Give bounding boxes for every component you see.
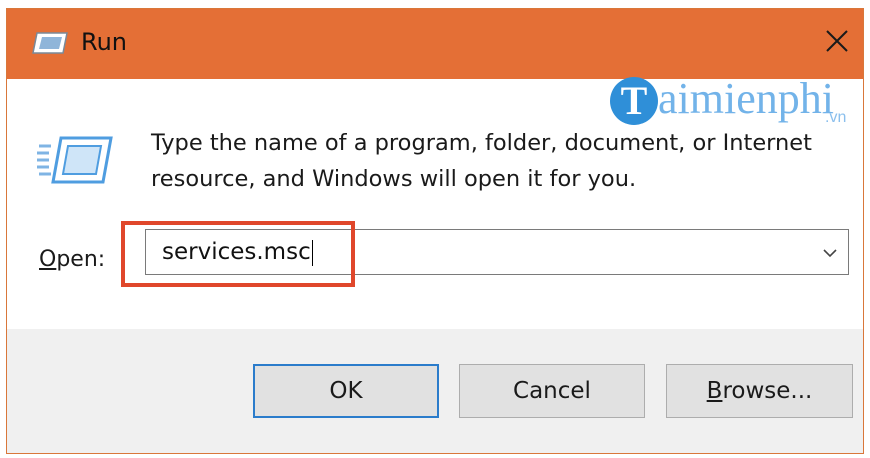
open-combobox[interactable]: services.msc xyxy=(145,229,849,275)
cancel-button[interactable]: Cancel xyxy=(459,364,645,418)
open-label-text: pen: xyxy=(56,247,106,272)
open-label-access-key: O xyxy=(39,247,57,272)
open-input-text: services.msc xyxy=(162,239,311,265)
watermark-initial: T xyxy=(610,77,658,125)
run-icon xyxy=(32,32,68,54)
browse-label: rowse... xyxy=(722,378,813,404)
description-line-2: resource, and Windows will open it for y… xyxy=(151,166,637,192)
window-title: Run xyxy=(81,28,128,56)
browse-button[interactable]: Browse... xyxy=(666,364,853,418)
watermark-text: aimienphi xyxy=(658,74,834,123)
text-caret xyxy=(311,239,313,266)
open-label: Open: xyxy=(39,247,105,272)
title-bar[interactable]: Run xyxy=(7,9,863,79)
close-icon xyxy=(826,30,848,52)
description-line-1: Type the name of a program, folder, docu… xyxy=(151,130,812,156)
dialog-description: Type the name of a program, folder, docu… xyxy=(151,125,851,197)
ok-button[interactable]: OK xyxy=(253,364,439,418)
run-dialog: Run T aimienphi .vn Type the name of a p… xyxy=(6,8,864,454)
close-button[interactable] xyxy=(815,19,859,63)
run-program-icon xyxy=(37,136,113,184)
chevron-down-icon[interactable] xyxy=(820,243,840,263)
open-input-value[interactable]: services.msc xyxy=(162,239,313,266)
browse-access-key: B xyxy=(706,378,723,404)
dialog-content: T aimienphi .vn Type the name of a progr… xyxy=(7,74,863,329)
